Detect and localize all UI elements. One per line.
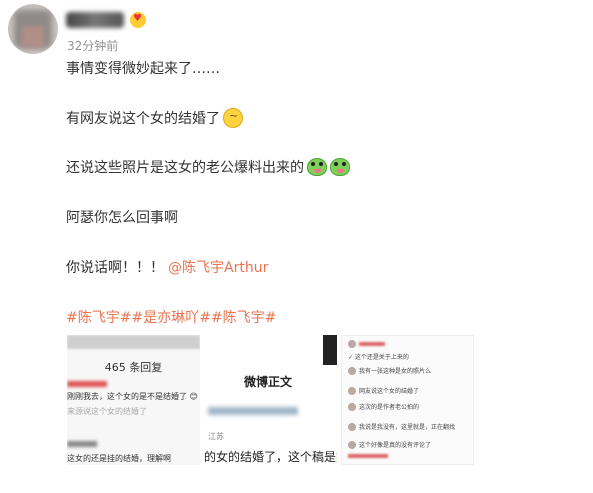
post-line-4: 阿瑟你怎么回事啊 (66, 210, 178, 226)
comment-text: 这女的还是挂的结婚，理解啊 (67, 454, 171, 463)
blurred-commenter (67, 439, 97, 448)
screenshot-text: 的女的结婚了，这个稿是她老公 (204, 450, 337, 464)
comment-row: 网友说这个女的结婚了 (348, 386, 419, 395)
blurred-username (208, 407, 298, 415)
comment-row: 这个好像是真的没有评论了 (348, 440, 431, 449)
weibo-body-title: 微博正文 (244, 375, 293, 389)
comment-meta: 来源说这个女的结婚了 (67, 407, 147, 416)
post-image-3[interactable]: ✓ 这个还是关于上来的 我有一张这种是女的照片么 网友说这个女的结婚了 这次的是… (341, 335, 474, 465)
mention-link[interactable]: @陈飞宇Arthur (168, 257, 268, 277)
post-time: 32分钟前 (67, 39, 119, 53)
post-line-2: 有网友说这个女的结婚了 (66, 108, 243, 128)
comment-text: 刚刚我去，这个女的是不是结婚了 😊 (67, 392, 198, 401)
comment-row: 我说是我没有，这里就是，正在翻找 (348, 422, 455, 431)
post-image-1[interactable]: 465 条回复 刚刚我去，这个女的是不是结婚了 😊 来源说这个女的结婚了 这女的… (67, 335, 200, 465)
post-image-2[interactable]: 微博正文 江苏 的女的结婚了，这个稿是她老公 (204, 335, 337, 465)
reply-count-header: 465 条回复 (104, 361, 163, 374)
thinking-face-emoji-icon (223, 108, 243, 128)
comment-row (348, 454, 388, 458)
post-line-5: 你说话啊！！！ @陈飞宇Arthur (66, 257, 268, 277)
author-name[interactable] (66, 10, 146, 30)
heart-eyes-emoji-icon (130, 12, 146, 28)
comment-row: 我有一张这种是女的照片么 (348, 366, 431, 375)
blurred-username (66, 12, 124, 28)
post-line-1: 事情变得微妙起来了…… (66, 61, 220, 77)
post-line-3: 还说这些照片是这女的老公爆料出来的 (66, 157, 350, 177)
frog-emoji-icon (307, 158, 327, 176)
frog-emoji-icon (330, 158, 350, 176)
blurred-commenter (67, 379, 107, 388)
topic-links: #陈飞宇##是亦琳吖##陈飞宇# (66, 307, 276, 327)
user-avatar[interactable] (8, 4, 58, 54)
topic-link[interactable]: #陈飞宇##是亦琳吖##陈飞宇# (66, 307, 276, 327)
comment-row: ✓ 这个还是关于上来的 (348, 354, 409, 361)
comment-row (348, 340, 385, 348)
location-text: 江苏 (208, 432, 224, 441)
comment-row: 这次的是作者老公拍的 (348, 402, 419, 411)
